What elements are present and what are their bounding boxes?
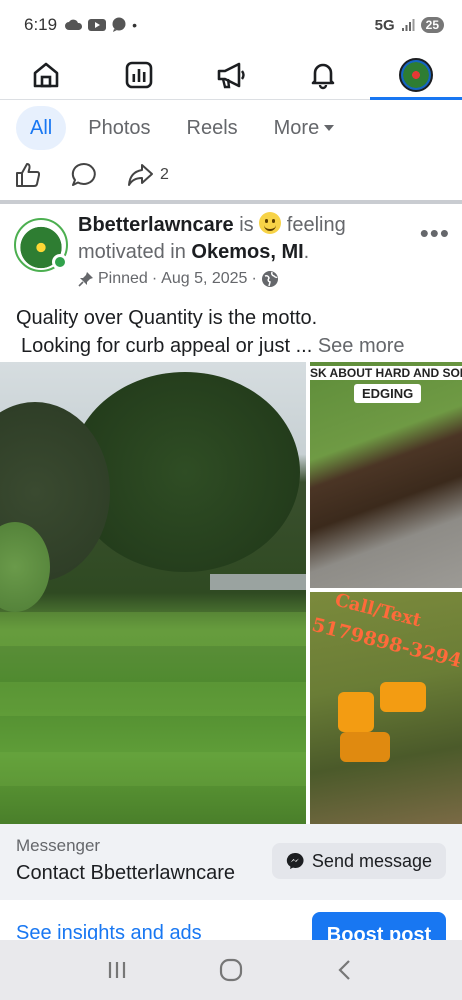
comment-icon[interactable] — [70, 161, 98, 189]
chip-more-label: More — [273, 116, 320, 139]
signal-icon — [401, 19, 415, 31]
status-time: 6:19 — [24, 15, 58, 34]
location-link[interactable]: Okemos, MI — [191, 241, 303, 263]
chip-more[interactable]: More — [260, 106, 350, 150]
network-label: 5G — [374, 16, 395, 34]
online-indicator — [52, 254, 68, 270]
motivated-text: motivated in — [78, 241, 186, 263]
more-options-icon[interactable]: ••• — [420, 218, 450, 249]
pin-icon — [78, 272, 93, 287]
section-divider — [0, 200, 462, 204]
photo-grid: SK ABOUT HARD AND SOFT EDGING Call/Text … — [0, 362, 462, 824]
share-icon — [128, 164, 153, 186]
post-body-line2-wrap: Looking for curb appeal or just ... See … — [16, 332, 456, 360]
author-name[interactable]: Bbetterlawncare — [78, 214, 234, 236]
boost-post-button[interactable]: Boost post — [312, 912, 446, 940]
post-actions: 2 — [0, 152, 462, 198]
post-date[interactable]: Aug 5, 2025 — [161, 270, 247, 288]
mow-stripe — [0, 612, 306, 646]
mower-photo[interactable]: Call/Text 5179898-3294 — [310, 592, 462, 824]
home-button-icon[interactable] — [218, 957, 244, 983]
chip-reels-label: Reels — [186, 116, 238, 139]
feeling-text: feeling — [286, 214, 346, 236]
bell-icon — [312, 63, 335, 89]
like-icon[interactable] — [14, 161, 42, 189]
youtube-icon — [88, 19, 107, 31]
top-nav — [0, 50, 462, 100]
cloud-icon — [65, 19, 83, 30]
status-right: 5G 25 — [375, 17, 444, 34]
post-title: Bbetterlawncare is feeling motivated in … — [78, 212, 408, 266]
send-message-button[interactable]: Send message — [271, 843, 446, 879]
chip-photos-label: Photos — [88, 116, 151, 139]
pinned-label: Pinned — [98, 270, 148, 287]
status-bar: 6:19 • 5G 25 — [0, 0, 462, 50]
post-meta: Pinned · Aug 5, 2025 · — [78, 270, 279, 288]
nav-ads[interactable] — [185, 50, 277, 99]
post-body-line2: Looking for curb appeal or just ... — [21, 335, 313, 357]
share-count: 2 — [160, 166, 169, 183]
nav-dashboard[interactable] — [92, 50, 184, 99]
nav-profile[interactable] — [369, 50, 462, 100]
system-nav-bar — [0, 940, 462, 1000]
cta-name: Contact Bbetterlawncare — [16, 862, 236, 884]
edging-photo[interactable]: SK ABOUT HARD AND SOFT EDGING — [310, 362, 462, 588]
is-text: is — [239, 214, 254, 236]
nav-home[interactable] — [0, 50, 92, 99]
home-icon — [33, 62, 59, 87]
see-more-link[interactable]: See more — [318, 335, 405, 357]
boost-post-label: Boost post — [326, 924, 432, 940]
mow-stripe — [0, 682, 306, 716]
meta-sep-1: · — [151, 270, 158, 287]
status-icons: • — [65, 17, 137, 33]
insights-row: See insights and ads Boost post — [0, 900, 462, 940]
chip-all-label: All — [30, 116, 53, 139]
share-button[interactable]: 2 — [126, 162, 169, 188]
edging-sub-text: EDGING — [354, 384, 422, 403]
profile-avatar — [398, 57, 433, 92]
chip-all[interactable]: All — [16, 106, 67, 150]
message-icon — [112, 17, 126, 32]
nav-notifications[interactable] — [277, 50, 369, 99]
mower-shape — [338, 692, 374, 732]
title-period: . — [303, 241, 310, 263]
mower-shape — [380, 682, 426, 712]
globe-icon — [261, 271, 278, 287]
see-insights-link[interactable]: See insights and ads — [16, 922, 202, 940]
filter-row: All Photos Reels More — [0, 104, 462, 152]
driveway-shape — [210, 574, 306, 590]
edging-header-text: SK ABOUT HARD AND SOFT — [310, 366, 462, 380]
meta-sep-2: · — [251, 270, 257, 287]
chip-reels[interactable]: Reels — [173, 106, 252, 150]
cta-label: Messenger — [16, 836, 101, 855]
mow-stripe — [0, 752, 306, 786]
messenger-icon — [286, 852, 304, 869]
megaphone-icon — [217, 62, 245, 88]
post-body-line1: Quality over Quantity is the motto. — [16, 307, 318, 329]
back-icon[interactable] — [333, 958, 357, 982]
caret-down-icon — [324, 125, 335, 131]
chip-photos[interactable]: Photos — [74, 106, 164, 150]
recent-apps-icon[interactable] — [105, 958, 129, 982]
dashboard-icon — [125, 61, 152, 88]
send-message-label: Send message — [311, 850, 432, 871]
smile-emoji-icon — [259, 212, 282, 234]
mower-shape — [340, 732, 390, 762]
lawn-photo[interactable] — [0, 362, 306, 824]
post-body: Quality over Quantity is the motto. Look… — [16, 304, 456, 360]
messenger-cta: Messenger Contact Bbetterlawncare Send m… — [0, 824, 462, 900]
dot-indicator: • — [132, 17, 137, 33]
post-header: Bbetterlawncare is feeling motivated in … — [14, 212, 454, 298]
battery-badge: 25 — [420, 17, 444, 33]
